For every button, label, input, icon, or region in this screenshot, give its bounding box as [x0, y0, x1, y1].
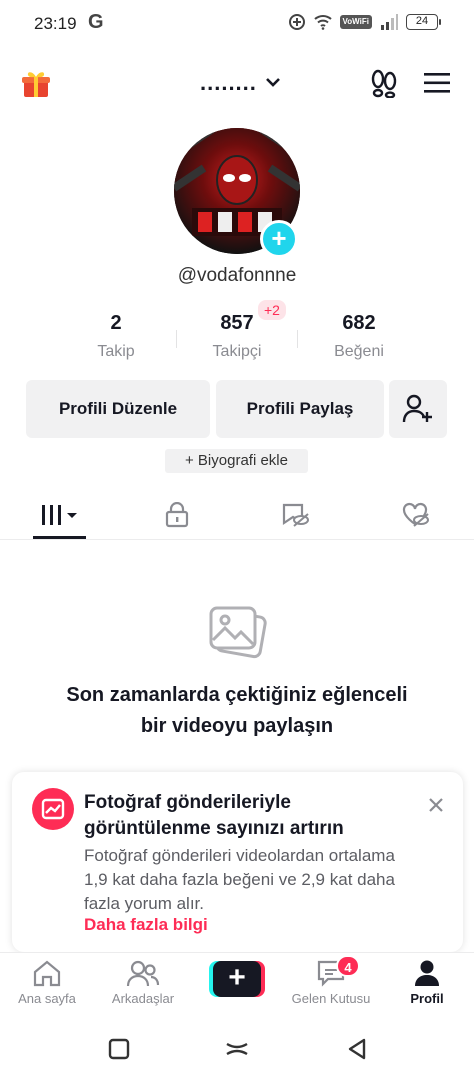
nav-friends[interactable]: Arkadaşlar: [96, 959, 190, 1006]
private-tab[interactable]: [118, 490, 236, 540]
battery-icon: 24: [406, 14, 441, 30]
empty-state-text: Son zamanlarda çektiğiniz eğlenceli bir …: [66, 684, 408, 737]
grid-icon: [42, 505, 77, 525]
nav-inbox[interactable]: Gelen Kutusu: [284, 959, 378, 1006]
nav-profile-label: Profil: [410, 991, 444, 1006]
stat-likes[interactable]: 682 Beğeni: [299, 312, 419, 361]
followers-new-badge: +2: [258, 300, 286, 320]
friends-icon: [126, 960, 160, 987]
chevron-down-icon: [265, 78, 280, 87]
add-friend-button[interactable]: [389, 380, 447, 438]
stat-following[interactable]: 2 Takip: [56, 312, 176, 361]
promo-body: Fotoğraf gönderileri videolardan ortalam…: [84, 846, 395, 913]
nav-home-label: Ana sayfa: [18, 991, 76, 1006]
trending-icon: [32, 788, 74, 830]
recents-icon[interactable]: [108, 1038, 130, 1060]
stat-divider: [297, 330, 298, 348]
inbox-count-badge: 4: [336, 955, 360, 977]
stat-likes-label: Beğeni: [334, 343, 384, 360]
profile-icon: [415, 960, 439, 986]
photo-promo-card: Fotoğraf gönderileriyle görüntülenme say…: [12, 772, 463, 952]
stat-following-value: 2: [110, 312, 122, 334]
account-switcher[interactable]: ........: [200, 70, 281, 96]
nav-inbox-label: Gelen Kutusu: [291, 991, 371, 1006]
status-time: 23:19: [34, 14, 77, 33]
hidden-bookmark-icon: [282, 503, 309, 527]
photos-icon: [209, 606, 267, 659]
create-button[interactable]: +: [209, 961, 265, 997]
wifi-icon: [313, 15, 332, 30]
lock-icon: [165, 502, 189, 528]
status-icons: VoWiFi 24: [288, 13, 441, 31]
home-gesture-icon[interactable]: [225, 1038, 249, 1060]
active-tab-indicator: [33, 536, 86, 539]
stat-following-label: Takip: [97, 343, 135, 360]
signal-icon: [381, 14, 398, 30]
content-tabs: [0, 490, 474, 540]
stat-followers-label: Takipçi: [212, 343, 262, 360]
system-nav-bar: [0, 1020, 474, 1080]
liked-tab[interactable]: [356, 490, 474, 540]
bottom-nav: Ana sayfa Arkadaşlar + Gelen Kutusu 4 Pr…: [0, 952, 474, 1018]
add-person-icon: [402, 394, 432, 423]
status-bar: 23:19 G VoWiFi 24: [0, 0, 474, 50]
plus-icon: +: [213, 961, 261, 997]
reposts-tab[interactable]: [236, 490, 354, 540]
home-icon: [33, 960, 61, 987]
data-saver-icon: [288, 14, 305, 30]
profile-header: ........: [0, 62, 474, 108]
stat-likes-value: 682: [342, 312, 376, 334]
share-profile-button[interactable]: Profili Paylaş: [216, 380, 384, 438]
learn-more-link[interactable]: Daha fazla bilgi: [84, 915, 208, 935]
username-label: ........: [200, 70, 257, 95]
hidden-heart-icon: [402, 502, 429, 527]
videos-tab[interactable]: [0, 490, 118, 540]
profile-handle: @vodafonnne: [177, 265, 297, 286]
google-icon: G: [88, 11, 104, 33]
nav-friends-label: Arkadaşlar: [111, 991, 175, 1006]
close-icon[interactable]: [425, 794, 447, 816]
nav-home[interactable]: Ana sayfa: [0, 959, 94, 1006]
add-bio-button[interactable]: + Biyografi ekle: [165, 449, 308, 473]
gift-icon[interactable]: [20, 68, 52, 100]
add-avatar-button[interactable]: +: [260, 220, 298, 258]
vowifi-badge: VoWiFi: [339, 15, 372, 29]
edit-profile-button[interactable]: Profili Düzenle: [26, 380, 210, 438]
nav-profile[interactable]: Profil: [380, 959, 474, 1006]
profile-stats: 2 Takip 857 Takipçi +2 682 Beğeni: [0, 300, 474, 372]
promo-title: Fotoğraf gönderileriyle görüntülenme say…: [84, 792, 344, 839]
footprint-icon[interactable]: [370, 68, 398, 98]
back-icon[interactable]: [346, 1038, 368, 1060]
menu-icon[interactable]: [424, 72, 450, 94]
